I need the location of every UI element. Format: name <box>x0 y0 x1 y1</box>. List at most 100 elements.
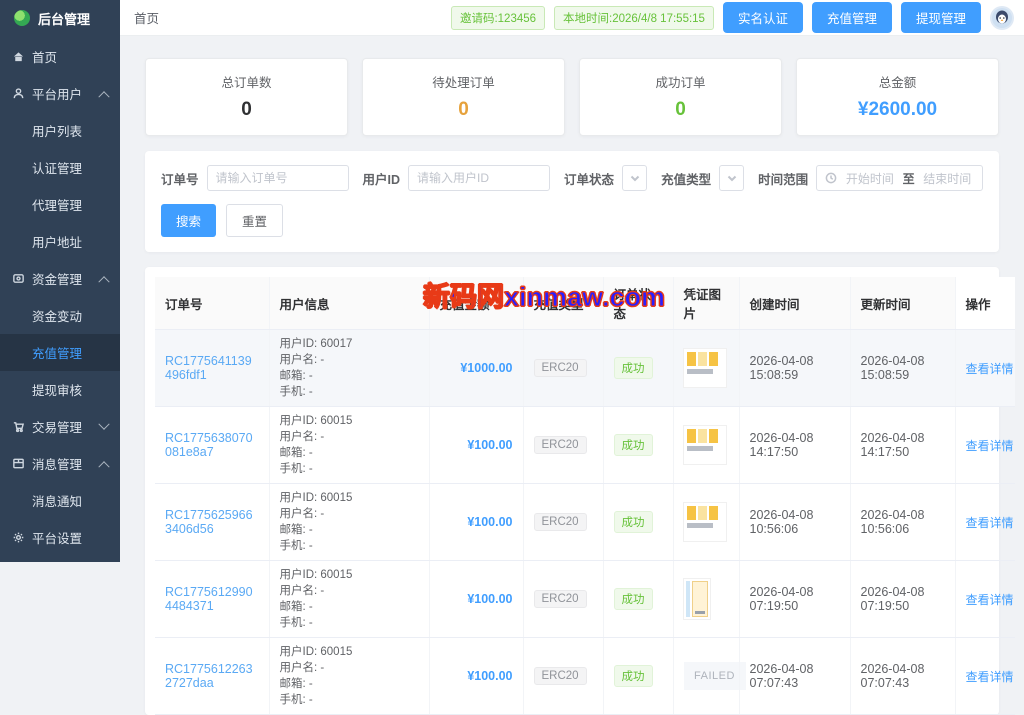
sidebar-group-platform-users[interactable]: 平台用户 <box>0 75 120 112</box>
table-row: RC17756129904484371 用户ID: 60015 用户名: - 邮… <box>155 560 1015 638</box>
stat-pending-orders-value: 0 <box>458 99 469 120</box>
table-row: RC17756259663406d56 用户ID: 60015 用户名: - 邮… <box>155 483 1015 561</box>
sidebar-item-home[interactable]: 首页 <box>0 38 120 75</box>
col-order-no: 订单号 <box>155 277 270 330</box>
table-row: RC1775641139496fdf1 用户ID: 60017 用户名: - 邮… <box>155 329 1015 407</box>
sidebar-item-auth-mgmt[interactable]: 认证管理 <box>0 149 120 186</box>
amount-value: ¥100.00 <box>429 483 524 561</box>
col-amount: 充值金额 <box>429 277 524 330</box>
sidebar-item-withdraw-review[interactable]: 提现审核 <box>0 371 120 408</box>
col-user-info: 用户信息 <box>269 277 430 330</box>
app-logo-icon <box>14 10 30 26</box>
type-tag: ERC20 <box>533 359 587 377</box>
status-badge: 成功 <box>613 665 653 687</box>
type-tag: ERC20 <box>533 513 587 531</box>
main-content: 总订单数 0 待处理订单 0 成功订单 0 总金额 ¥2600.00 订单号 用… <box>120 36 1024 715</box>
sidebar-item-user-address[interactable]: 用户地址 <box>0 223 120 260</box>
local-time-badge: 本地时间:2026/4/8 17:55:15 <box>554 5 714 30</box>
stat-total-orders-value: 0 <box>241 99 252 120</box>
status-badge: 成功 <box>613 588 653 610</box>
reset-button[interactable]: 重置 <box>226 204 284 237</box>
updated-time: 2026-04-08 07:07:43 <box>850 637 956 715</box>
wallet-icon <box>12 272 25 285</box>
recharge-mgmt-button[interactable]: 充值管理 <box>811 2 892 33</box>
order-no-link[interactable]: RC1775641139496fdf1 <box>165 354 252 382</box>
voucher-image[interactable] <box>683 579 710 619</box>
view-detail-link[interactable]: 查看详情 <box>966 439 1014 453</box>
stat-success-orders-value: 0 <box>675 99 686 120</box>
order-no-label: 订单号 <box>161 172 199 187</box>
recharge-type-select[interactable] <box>719 165 745 191</box>
app-title: 后台管理 <box>38 11 91 27</box>
updated-time: 2026-04-08 14:17:50 <box>850 406 956 484</box>
sidebar-group-funds[interactable]: 资金管理 <box>0 260 120 297</box>
avatar[interactable] <box>990 5 1014 30</box>
status-badge: 成功 <box>613 434 653 456</box>
start-time-placeholder: 开始时间 <box>845 171 894 186</box>
withdraw-mgmt-button[interactable]: 提现管理 <box>900 2 981 33</box>
col-status: 订单状态 <box>603 277 674 330</box>
col-updated: 更新时间 <box>850 277 956 330</box>
amount-value: ¥100.00 <box>429 406 524 484</box>
sidebar-item-fund-changes[interactable]: 资金变动 <box>0 297 120 334</box>
view-detail-link[interactable]: 查看详情 <box>966 593 1014 607</box>
created-time: 2026-04-08 07:19:50 <box>739 560 851 638</box>
sidebar-item-user-list[interactable]: 用户列表 <box>0 112 120 149</box>
sidebar-group-messages[interactable]: 消息管理 <box>0 445 120 482</box>
voucher-image[interactable] <box>683 349 726 387</box>
home-icon <box>12 50 25 63</box>
updated-time: 2026-04-08 07:19:50 <box>850 560 956 638</box>
sidebar-group-trade[interactable]: 交易管理 <box>0 408 120 445</box>
table-row: RC1775638070081e8a7 用户ID: 60015 用户名: - 邮… <box>155 406 1015 484</box>
type-tag: ERC20 <box>533 436 587 454</box>
gear-icon <box>12 531 25 544</box>
chevron-up-icon <box>98 275 110 287</box>
view-detail-link[interactable]: 查看详情 <box>966 516 1014 530</box>
view-detail-link[interactable]: 查看详情 <box>966 362 1014 376</box>
sidebar-item-platform-settings[interactable]: 平台设置 <box>0 519 120 556</box>
order-no-input[interactable] <box>206 165 349 191</box>
topbar-actions: 邀请码:123456 本地时间:2026/4/8 17:55:15 实名认证 充… <box>450 2 1014 33</box>
filter-panel: 订单号 用户ID 订单状态 充值类型 时间范围 开始时间 至 结束时间 <box>145 151 999 252</box>
orders-table: 订单号 用户信息 充值金额 充值类型 订单状态 凭证图片 创建时间 更新时间 操… <box>155 277 1015 715</box>
chevron-down-icon <box>727 175 736 182</box>
topbar: 首页 邀请码:123456 本地时间:2026/4/8 17:55:15 实名认… <box>120 0 1024 36</box>
orders-table-card: 新码网xinmaw.com 订单号 用户信息 充值金额 充值类型 订单状态 凭证… <box>145 267 1015 715</box>
app-logo: 后台管理 <box>0 0 120 36</box>
created-time: 2026-04-08 10:56:06 <box>739 483 851 561</box>
table-header-row: 订单号 用户信息 充值金额 充值类型 订单状态 凭证图片 创建时间 更新时间 操… <box>155 277 1015 330</box>
realname-auth-button[interactable]: 实名认证 <box>722 2 803 33</box>
sidebar-item-agent-mgmt[interactable]: 代理管理 <box>0 186 120 223</box>
sidebar: 后台管理 首页 平台用户 用户列表 认证管理 代理管理 用户地址 资金管理 资金… <box>0 0 120 562</box>
updated-time: 2026-04-08 10:56:06 <box>850 483 956 561</box>
stat-pending-orders: 待处理订单 0 <box>362 58 565 136</box>
updated-time: 2026-04-08 15:08:59 <box>850 329 956 407</box>
invite-code-badge: 邀请码:123456 <box>450 5 546 30</box>
date-range-picker[interactable]: 开始时间 至 结束时间 <box>816 165 984 191</box>
order-no-link[interactable]: RC17756122632727daa <box>165 662 253 690</box>
voucher-image[interactable] <box>683 426 726 464</box>
chevron-up-icon <box>98 90 110 102</box>
type-tag: ERC20 <box>533 667 587 685</box>
view-detail-link[interactable]: 查看详情 <box>966 670 1014 684</box>
table-row: RC17756122632727daa 用户ID: 60015 用户名: - 邮… <box>155 637 1015 715</box>
sidebar-item-recharge-mgmt[interactable]: 充值管理 <box>0 334 120 371</box>
col-created: 创建时间 <box>739 277 851 330</box>
breadcrumb[interactable]: 首页 <box>134 8 159 27</box>
end-time-placeholder: 结束时间 <box>923 171 972 186</box>
time-range-label: 时间范围 <box>758 172 809 187</box>
order-no-link[interactable]: RC17756259663406d56 <box>165 508 253 536</box>
amount-value: ¥1000.00 <box>429 329 524 407</box>
stat-total-orders: 总订单数 0 <box>145 58 348 136</box>
voucher-image-failed: FAILED <box>683 662 746 690</box>
user-id-input[interactable] <box>408 165 551 191</box>
range-separator: 至 <box>902 171 915 186</box>
order-status-select[interactable] <box>622 165 648 191</box>
order-no-link[interactable]: RC1775638070081e8a7 <box>165 431 253 459</box>
recharge-type-label: 充值类型 <box>661 172 712 187</box>
search-button[interactable]: 搜索 <box>161 204 217 237</box>
col-actions: 操作 <box>955 277 1015 330</box>
voucher-image[interactable] <box>683 503 726 541</box>
sidebar-item-message-notice[interactable]: 消息通知 <box>0 482 120 519</box>
order-no-link[interactable]: RC17756129904484371 <box>165 585 253 613</box>
